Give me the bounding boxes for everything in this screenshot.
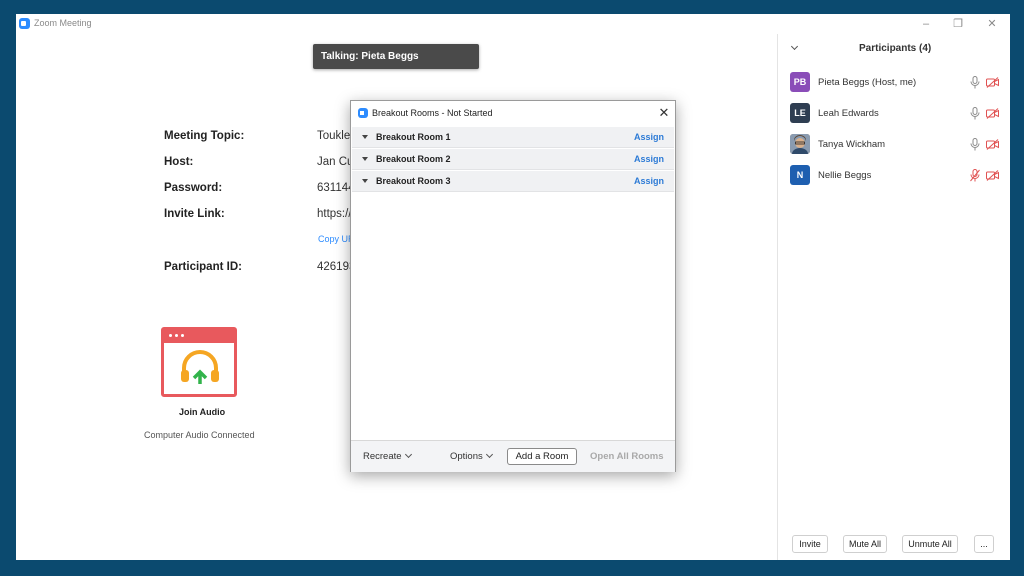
close-window-button[interactable]: ✕ (980, 15, 1004, 33)
chevron-down-icon (485, 450, 493, 459)
more-options-button[interactable]: ... (974, 535, 994, 553)
breakout-room-row[interactable]: Breakout Room 1 Assign (352, 127, 674, 148)
headphones-upload-icon (181, 350, 219, 384)
options-label: Options (450, 451, 483, 462)
audio-window-bar (164, 330, 234, 343)
password-value: 631144 (317, 182, 355, 194)
collapse-chevron-icon[interactable] (790, 42, 799, 51)
zoom-app-icon (19, 18, 30, 29)
caret-down-icon[interactable] (362, 179, 368, 183)
microphone-icon[interactable] (970, 138, 980, 151)
window-title: Zoom Meeting (34, 18, 92, 28)
participant-row[interactable]: N Nellie Beggs (790, 165, 1010, 187)
invite-link-label: Invite Link: (164, 208, 225, 220)
breakout-room-row[interactable]: Breakout Room 3 Assign (352, 171, 674, 192)
recreate-dropdown[interactable]: Recreate (363, 450, 412, 462)
zoom-app-icon (358, 108, 368, 118)
breakout-room-row[interactable]: Breakout Room 2 Assign (352, 149, 674, 170)
participant-id-label: Participant ID: (164, 261, 242, 273)
dialog-title: Breakout Rooms - Not Started (372, 108, 493, 118)
assign-link[interactable]: Assign (634, 154, 664, 164)
caret-down-icon[interactable] (362, 135, 368, 139)
room-name: Breakout Room 2 (376, 154, 451, 164)
minimize-button[interactable]: – (914, 15, 938, 33)
host-label: Host: (164, 156, 194, 168)
microphone-icon[interactable] (970, 76, 980, 89)
dialog-footer: Recreate Options Add a Room Open All Roo… (351, 440, 675, 472)
close-icon[interactable]: ✕ (655, 104, 673, 122)
host-value: Jan Cu (317, 156, 354, 168)
microphone-muted-icon[interactable] (970, 169, 980, 182)
join-audio-label[interactable]: Join Audio (179, 407, 225, 417)
avatar: N (790, 165, 810, 185)
video-off-icon[interactable] (986, 77, 999, 88)
zoom-meeting-window: Zoom Meeting – ❐ ✕ Talking: Pieta Beggs … (16, 14, 1010, 560)
options-dropdown[interactable]: Options (450, 450, 493, 462)
participant-row[interactable]: LE Leah Edwards (790, 103, 1010, 125)
talking-indicator: Talking: Pieta Beggs (313, 44, 479, 69)
audio-status-text: Computer Audio Connected (144, 430, 255, 440)
meeting-topic-label: Meeting Topic: (164, 130, 245, 142)
participant-name: Nellie Beggs (818, 170, 872, 181)
room-name: Breakout Room 3 (376, 176, 451, 186)
person-photo-icon (790, 134, 810, 154)
avatar-photo (790, 134, 810, 154)
video-off-icon[interactable] (986, 108, 999, 119)
participants-title: Participants (4) (859, 43, 932, 54)
dialog-title-bar: Breakout Rooms - Not Started ✕ (351, 101, 675, 125)
assign-link[interactable]: Assign (634, 176, 664, 186)
panel-divider (777, 34, 778, 560)
caret-down-icon[interactable] (362, 157, 368, 161)
participant-name: Leah Edwards (818, 108, 879, 119)
video-off-icon[interactable] (986, 139, 999, 150)
avatar: LE (790, 103, 810, 123)
unmute-all-button[interactable]: Unmute All (902, 535, 958, 553)
room-name: Breakout Room 1 (376, 132, 451, 142)
avatar: PB (790, 72, 810, 92)
assign-link[interactable]: Assign (634, 132, 664, 142)
title-bar: Zoom Meeting – ❐ ✕ (16, 14, 1010, 34)
participant-name: Tanya Wickham (818, 139, 886, 150)
participant-row[interactable]: Tanya Wickham (790, 134, 1010, 156)
recreate-label: Recreate (363, 451, 402, 462)
invite-button[interactable]: Invite (792, 535, 828, 553)
password-label: Password: (164, 182, 223, 194)
invite-link-value: https:// (317, 208, 352, 220)
join-audio-button[interactable] (161, 327, 237, 397)
breakout-rooms-dialog: Breakout Rooms - Not Started ✕ Breakout … (350, 100, 676, 472)
video-off-icon[interactable] (986, 170, 999, 181)
open-all-rooms-button[interactable]: Open All Rooms (590, 451, 664, 462)
participant-name: Pieta Beggs (Host, me) (818, 77, 917, 88)
chevron-down-icon (404, 450, 412, 459)
microphone-icon[interactable] (970, 107, 980, 120)
restore-button[interactable]: ❐ (946, 15, 970, 33)
participant-row[interactable]: PB Pieta Beggs (Host, me) (790, 72, 1010, 94)
add-room-button[interactable]: Add a Room (507, 448, 577, 465)
mute-all-button[interactable]: Mute All (843, 535, 887, 553)
